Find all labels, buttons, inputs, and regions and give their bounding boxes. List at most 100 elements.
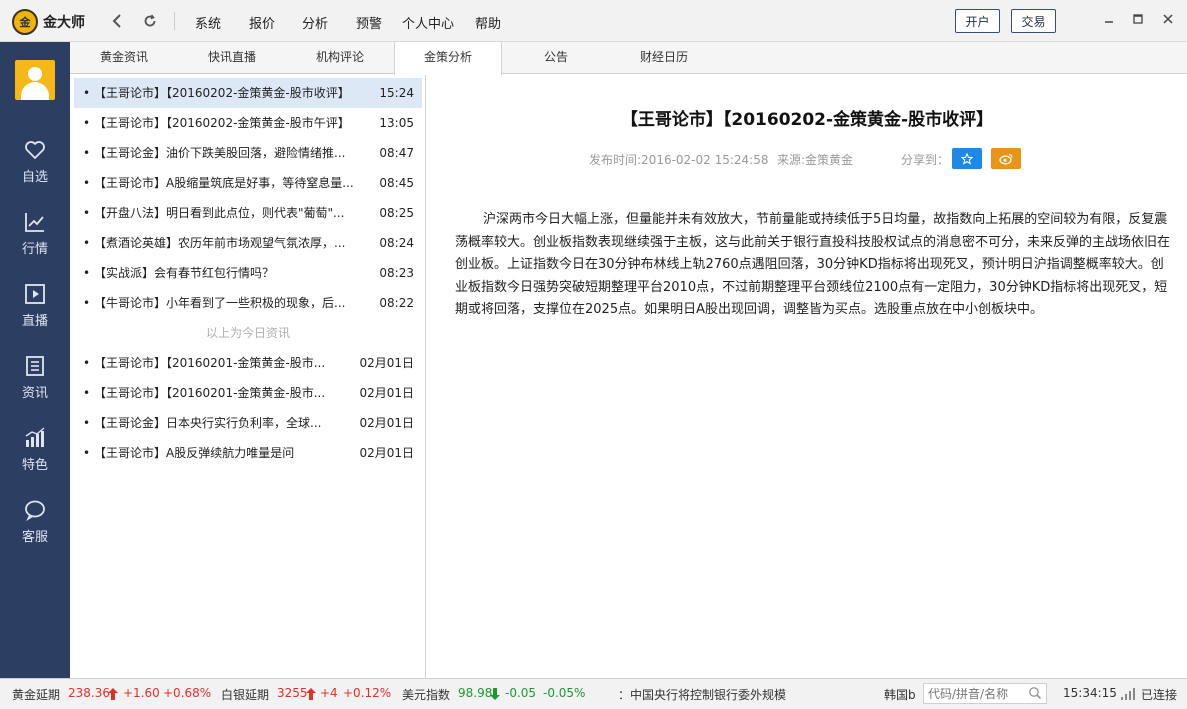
bullet: •: [83, 116, 91, 130]
list-item-time: 08:24: [379, 236, 414, 250]
bullet: •: [83, 176, 91, 190]
sidebar-item-market[interactable]: 行情: [0, 210, 70, 270]
sidebar-item-support[interactable]: 客服: [0, 498, 70, 558]
news-ticker-next: 韩国b: [884, 688, 916, 702]
maximize-icon[interactable]: [1128, 9, 1148, 29]
usd-index-percent: -0.05%: [543, 686, 586, 700]
list-item[interactable]: • 【煮酒论英雄】农历年前市场观望气氛浓厚，... 08:24: [74, 228, 422, 258]
silver-quote-price: 3255: [277, 686, 308, 700]
list-item[interactable]: • 【牛哥论市】小年看到了一些积极的现象，后... 08:22: [74, 288, 422, 318]
tab-institution-comments[interactable]: 机构评论: [296, 42, 384, 74]
tab-gold-news[interactable]: 黄金资讯: [80, 42, 168, 74]
signal-icon: [1121, 688, 1135, 700]
list-item-title: 【王哥论市】A股缩量筑底是好事，等待窒息量...: [94, 176, 354, 190]
bullet: •: [83, 236, 91, 250]
bullet: •: [83, 416, 91, 430]
bullet: •: [83, 296, 91, 310]
tab-flash-live[interactable]: 快讯直播: [188, 42, 276, 74]
list-item-time: 08:25: [379, 206, 414, 220]
list-item-title: 【王哥论市】【20160202-金策黄金-股市收评】: [94, 86, 350, 100]
search-icon[interactable]: [1028, 686, 1042, 700]
sidebar-item-news[interactable]: 资讯: [0, 354, 70, 414]
tab-bar: 黄金资讯 快讯直播 机构评论 金策分析 公告 财经日历: [70, 42, 1187, 75]
tab-jince-analysis[interactable]: 金策分析: [394, 42, 502, 75]
clock: 15:34:15: [1063, 686, 1117, 700]
list-item[interactable]: • 【王哥论金】油价下跌美股回落，避险情绪推... 08:47: [74, 138, 422, 168]
list-item[interactable]: • 【王哥论市】【20160201-金策黄金-股市... 02月01日: [74, 348, 422, 378]
gold-quote-change: +1.60: [123, 686, 160, 700]
open-account-button[interactable]: 开户: [955, 9, 1000, 33]
connection-status: 已连接: [1141, 688, 1178, 702]
list-item[interactable]: • 【王哥论金】日本央行实行负利率，全球... 02月01日: [74, 408, 422, 438]
list-item-time: 02月01日: [359, 356, 414, 370]
silver-quote-percent: +0.12%: [343, 686, 392, 700]
list-item-title: 【牛哥论市】小年看到了一些积极的现象，后...: [94, 296, 346, 310]
list-item[interactable]: • 【王哥论市】【20160201-金策黄金-股市... 02月01日: [74, 378, 422, 408]
sidebar-item-label: 行情: [21, 242, 48, 257]
list-item-title: 【开盘八法】明日看到此点位，则代表"葡萄"...: [94, 206, 345, 220]
trade-button[interactable]: 交易: [1011, 9, 1056, 33]
bullet: •: [83, 266, 91, 280]
sidebar-item-label: 特色: [21, 458, 48, 473]
share-favorite-button[interactable]: [952, 148, 982, 169]
share-weibo-button[interactable]: [991, 148, 1021, 169]
today-divider-note: 以上为今日资讯: [205, 326, 290, 340]
silver-quote-name[interactable]: 白银延期: [221, 686, 269, 703]
arrow-up-icon: [108, 688, 118, 700]
back-icon[interactable]: [107, 11, 127, 31]
weibo-icon: [999, 153, 1013, 164]
menu-analysis[interactable]: 分析: [302, 13, 328, 32]
list-item-time: 02月01日: [359, 416, 414, 430]
article-pane: 【王哥论市】【20160202-金策黄金-股市收评】 发布时间:2016-02-…: [427, 75, 1187, 678]
bullet: •: [83, 86, 91, 100]
quote-search: [923, 683, 1047, 704]
menu-quotes[interactable]: 报价: [249, 13, 275, 32]
menu-alerts[interactable]: 预警: [356, 13, 382, 32]
list-item-title: 【王哥论市】A股反弹续航力唯量是问: [94, 446, 295, 460]
gold-quote-price: 238.36: [68, 686, 110, 700]
sidebar-item-watchlist[interactable]: 自选: [0, 138, 70, 198]
list-item[interactable]: • 【王哥论市】【20160202-金策黄金-股市收评】 15:24: [74, 78, 422, 108]
news-list: • 【王哥论市】【20160202-金策黄金-股市收评】 15:24 • 【王哥…: [70, 75, 426, 678]
app-name: 金大师: [43, 15, 85, 31]
bullet: •: [83, 206, 91, 220]
menu-system[interactable]: 系统: [195, 13, 221, 32]
list-item-title: 【王哥论市】【20160201-金策黄金-股市...: [94, 356, 326, 370]
silver-quote-change: +4: [320, 686, 338, 700]
sidebar-item-featured[interactable]: 特色: [0, 426, 70, 486]
article-title: 【王哥论市】【20160202-金策黄金-股市收评】: [620, 110, 994, 130]
arrow-up-icon: [306, 688, 316, 700]
quote-search-input[interactable]: [924, 684, 1024, 703]
sidebar-item-live[interactable]: 直播: [0, 282, 70, 342]
article-publish-time: 发布时间:2016-02-02 15:24:58: [589, 153, 769, 167]
gold-quote-name[interactable]: 黄金延期: [12, 686, 60, 703]
list-item[interactable]: • 【王哥论市】A股反弹续航力唯量是问 02月01日: [74, 438, 422, 468]
avatar-body-icon: [21, 82, 49, 100]
article-body: 沪深两市今日大幅上涨，但量能并未有效放大，节前量能或持续低于5日均量，故指数向上…: [455, 212, 1171, 317]
sidebar: 自选 行情 直播 资讯 特色 客服: [0, 42, 70, 678]
list-item[interactable]: • 【王哥论市】A股缩量筑底是好事，等待窒息量... 08:45: [74, 168, 422, 198]
news-ticker[interactable]: ：中国央行将控制银行委外规模: [618, 686, 786, 703]
list-item[interactable]: • 【王哥论市】【20160202-金策黄金-股市午评】 13:05: [74, 108, 422, 138]
tab-economic-calendar[interactable]: 财经日历: [620, 42, 708, 74]
list-item[interactable]: • 【开盘八法】明日看到此点位，则代表"葡萄"... 08:25: [74, 198, 422, 228]
avatar-head-icon: [28, 67, 42, 81]
tab-announcements[interactable]: 公告: [512, 42, 600, 74]
usd-index-name[interactable]: 美元指数: [402, 686, 450, 703]
list-item[interactable]: • 【实战派】会有春节红包行情吗？ 08:23: [74, 258, 422, 288]
sidebar-item-label: 直播: [21, 314, 48, 329]
refresh-icon[interactable]: [140, 11, 160, 31]
list-item-title: 【王哥论市】【20160202-金策黄金-股市午评】: [94, 116, 350, 130]
status-bar: 黄金延期 238.36 +1.60 +0.68% 白银延期 3255 +4 +0…: [0, 678, 1187, 709]
minimize-icon[interactable]: [1099, 9, 1119, 29]
logo-mark: 金: [19, 16, 31, 29]
menu-help[interactable]: 帮助: [475, 13, 501, 32]
list-item-time: 15:24: [379, 86, 414, 100]
menu-personal-center[interactable]: 个人中心: [402, 13, 454, 32]
list-item-title: 【实战派】会有春节红包行情吗？: [94, 266, 275, 280]
gold-quote-percent: +0.68%: [163, 686, 212, 700]
list-item-time: 08:47: [379, 146, 414, 160]
avatar[interactable]: [15, 60, 55, 100]
share-label: 分享到：: [901, 153, 950, 167]
close-icon[interactable]: [1158, 9, 1178, 29]
